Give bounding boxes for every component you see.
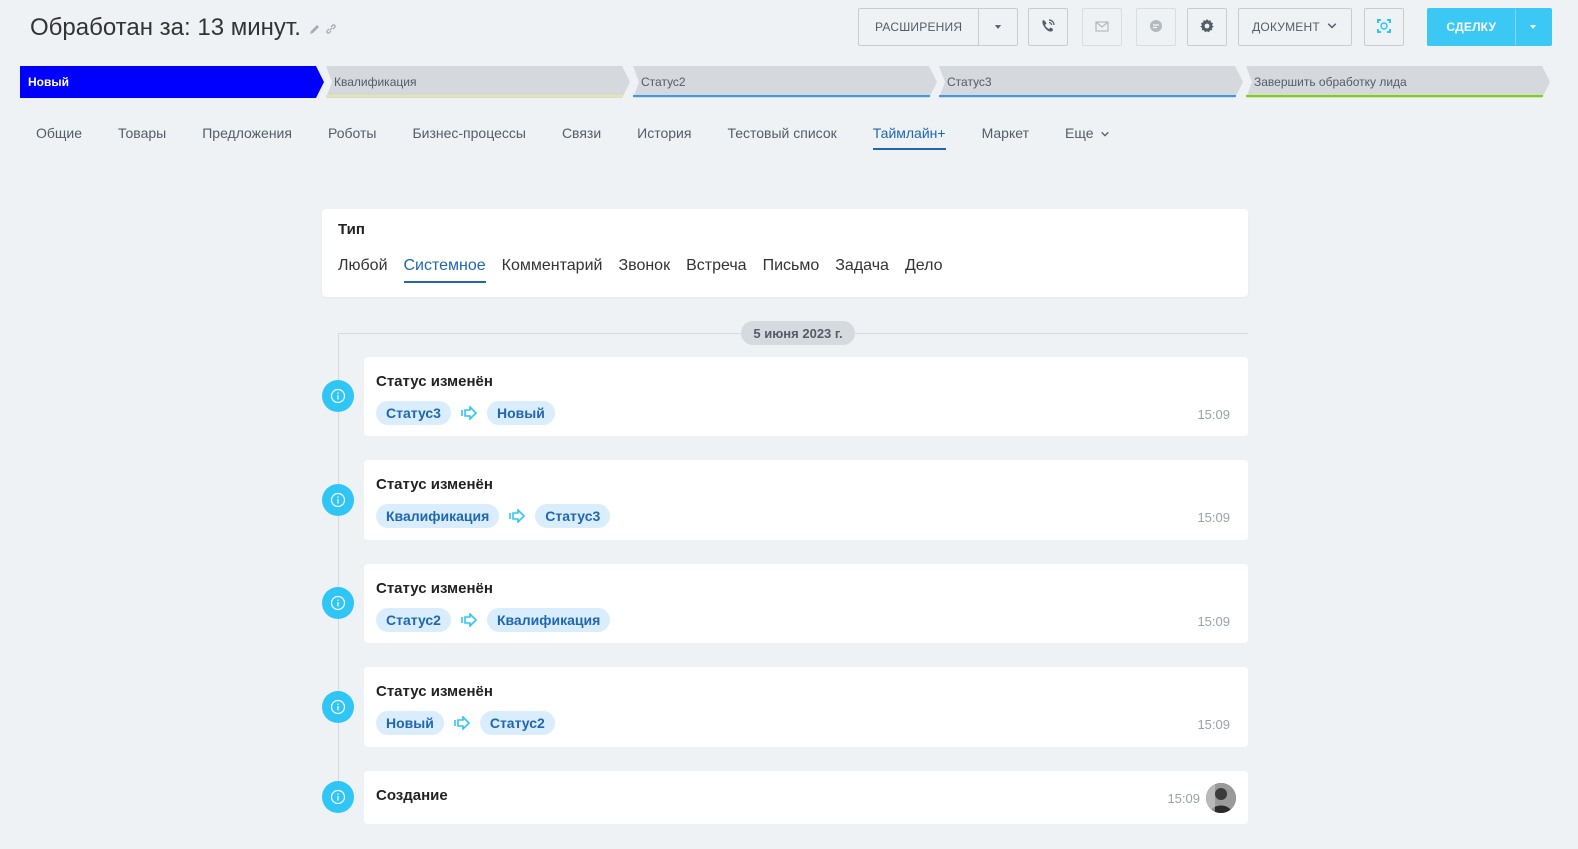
tab-bar: Общие Товары Предложения Роботы Бизнес-п… xyxy=(18,118,1128,150)
stage-finish[interactable]: Завершить обработку лида xyxy=(1246,66,1550,98)
info-icon xyxy=(322,380,354,412)
filter-option-call[interactable]: Звонок xyxy=(618,257,670,283)
filter-option-any[interactable]: Любой xyxy=(338,257,388,283)
timeline-item: Статус изменён Статус2 Квалификация 15:0… xyxy=(364,564,1248,643)
status-to-badge: Статус2 xyxy=(479,711,555,735)
filter-option-activity[interactable]: Дело xyxy=(905,257,943,283)
pencil-icon[interactable] xyxy=(309,14,321,42)
timeline-item-title: Статус изменён xyxy=(376,476,493,493)
timeline-item-title: Создание xyxy=(376,787,448,804)
tab-market[interactable]: Маркет xyxy=(964,118,1047,150)
timeline-item-time: 15:09 xyxy=(1197,510,1230,525)
timeline-item-title: Статус изменён xyxy=(376,580,493,597)
page-title: Обработан за: 13 минут. xyxy=(30,14,337,42)
stage-status3[interactable]: Статус3 xyxy=(939,66,1243,98)
document-button[interactable]: ДОКУМЕНТ xyxy=(1238,8,1352,46)
filter-option-task[interactable]: Задача xyxy=(835,257,889,283)
caret-down-icon[interactable] xyxy=(979,22,1017,32)
deal-button[interactable]: СДЕЛКУ xyxy=(1427,8,1552,46)
settings-button[interactable] xyxy=(1187,8,1227,46)
chevron-down-icon xyxy=(1100,126,1110,142)
filter-option-meeting[interactable]: Встреча xyxy=(686,257,747,283)
date-badge: 5 июня 2023 г. xyxy=(741,321,855,345)
tab-history[interactable]: История xyxy=(619,118,709,150)
timeline-item-title: Статус изменён xyxy=(376,683,493,700)
tab-links[interactable]: Связи xyxy=(544,118,619,150)
timeline-item-time: 15:09 xyxy=(1197,614,1230,629)
timeline-item-title: Статус изменён xyxy=(376,373,493,390)
tab-general[interactable]: Общие xyxy=(18,118,100,150)
stage-label: Статус3 xyxy=(947,75,992,89)
phone-icon xyxy=(1040,18,1056,37)
tab-more-label: Еще xyxy=(1065,125,1094,141)
tab-business-processes[interactable]: Бизнес-процессы xyxy=(394,118,543,150)
gear-icon xyxy=(1199,18,1215,37)
link-icon[interactable] xyxy=(325,14,337,42)
scan-button[interactable] xyxy=(1364,8,1404,46)
status-from-badge: Статус2 xyxy=(376,608,451,632)
chat-icon xyxy=(1148,18,1164,37)
status-to-badge: Квалификация xyxy=(486,608,611,632)
scan-icon xyxy=(1376,18,1392,37)
timeline-item: Статус изменён Статус3 Новый 15:09 xyxy=(364,357,1248,436)
status-from-badge: Статус3 xyxy=(376,401,451,425)
filter-option-system[interactable]: Системное xyxy=(403,257,486,283)
timeline-item-time: 15:09 xyxy=(1197,717,1230,732)
tab-timeline-plus[interactable]: Таймлайн+ xyxy=(855,118,964,150)
stage-bar: Новый Квалификация Статус2 Статус3 Завер… xyxy=(20,66,1550,98)
tab-robots[interactable]: Роботы xyxy=(310,118,394,150)
filter-option-email[interactable]: Письмо xyxy=(763,257,820,283)
stage-new[interactable]: Новый xyxy=(20,66,324,98)
status-from-badge: Квалификация xyxy=(376,504,500,528)
deal-button-label: СДЕЛКУ xyxy=(1446,20,1497,34)
phone-button[interactable] xyxy=(1028,8,1068,46)
status-from-badge: Новый xyxy=(376,711,444,735)
info-icon xyxy=(322,691,354,723)
info-icon xyxy=(322,587,354,619)
type-filter: Тип Любой Системное Комментарий Звонок В… xyxy=(322,209,1248,297)
tab-more[interactable]: Еще xyxy=(1047,118,1128,150)
extensions-button[interactable]: РАСШИРЕНИЯ xyxy=(858,8,1018,46)
chat-button[interactable] xyxy=(1136,8,1176,46)
status-to-badge: Статус3 xyxy=(535,504,611,528)
tab-products[interactable]: Товары xyxy=(100,118,184,150)
document-button-label: ДОКУМЕНТ xyxy=(1252,20,1320,34)
timeline-item-time: 15:09 xyxy=(1197,407,1230,422)
avatar[interactable] xyxy=(1206,783,1236,813)
timeline-item: Создание 15:09 xyxy=(364,771,1248,824)
info-icon xyxy=(322,781,354,813)
info-icon xyxy=(322,484,354,516)
stage-qualification[interactable]: Квалификация xyxy=(326,66,630,98)
stage-label: Квалификация xyxy=(334,75,417,89)
arrow-right-icon xyxy=(444,716,480,730)
status-to-badge: Новый xyxy=(486,401,555,425)
timeline-item-time: 15:09 xyxy=(1167,791,1200,806)
stage-label: Новый xyxy=(28,75,69,89)
mail-icon xyxy=(1094,18,1110,37)
tab-test-list[interactable]: Тестовый список xyxy=(709,118,854,150)
caret-down-icon[interactable] xyxy=(1516,22,1551,32)
timeline-item: Статус изменён Новый Статус2 15:09 xyxy=(364,667,1248,747)
extensions-button-label: РАСШИРЕНИЯ xyxy=(875,20,963,34)
tab-offers[interactable]: Предложения xyxy=(184,118,310,150)
stage-label: Завершить обработку лида xyxy=(1254,75,1407,89)
chevron-down-icon xyxy=(1326,20,1338,35)
page-title-text: Обработан за: 13 минут. xyxy=(30,14,301,41)
filter-option-comment[interactable]: Комментарий xyxy=(502,257,603,283)
timeline-item: Статус изменён Квалификация Статус3 15:0… xyxy=(364,460,1248,540)
stage-status2[interactable]: Статус2 xyxy=(633,66,937,98)
stage-label: Статус2 xyxy=(641,75,686,89)
arrow-right-icon xyxy=(499,509,535,523)
filter-title: Тип xyxy=(338,221,365,238)
mail-button[interactable] xyxy=(1082,8,1122,46)
arrow-right-icon xyxy=(451,406,487,420)
arrow-right-icon xyxy=(451,613,487,627)
